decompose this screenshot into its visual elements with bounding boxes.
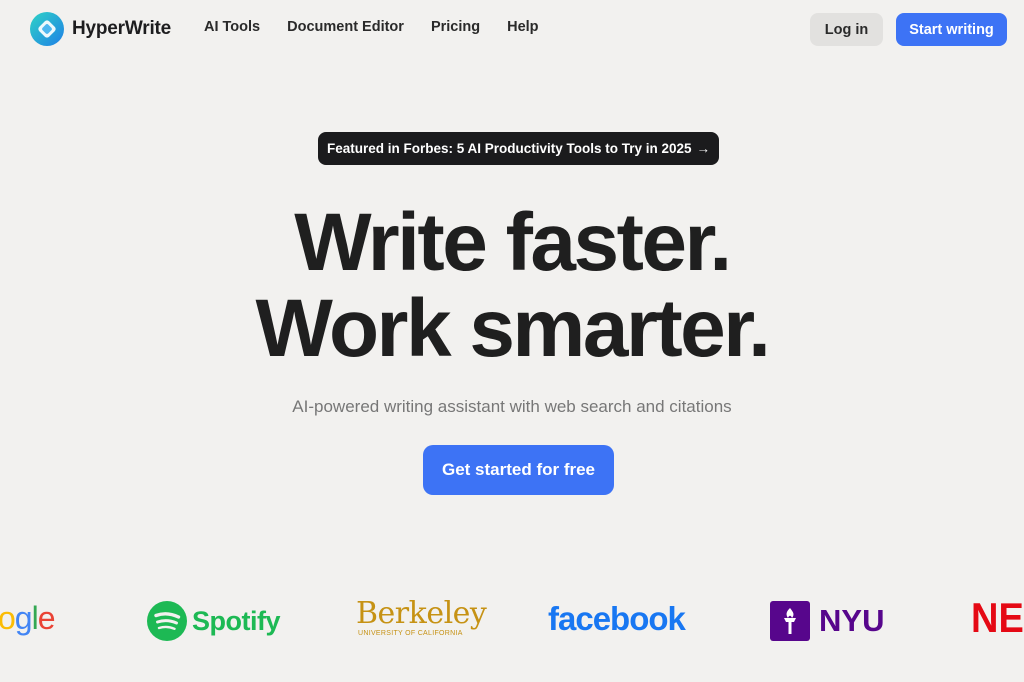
nyu-wordmark: NYU [819, 603, 885, 638]
facebook-logo: facebook [548, 600, 686, 637]
nyu-logo: NYU [770, 601, 884, 641]
arrow-right-icon: → [696, 141, 711, 156]
main-nav: AI Tools Document Editor Pricing Help [204, 19, 566, 35]
netflix-logo: NET [971, 595, 1024, 643]
spotify-wordmark: Spotify [192, 605, 281, 636]
berkeley-wordmark: Berkeley [356, 596, 487, 631]
site-header: HyperWrite AI Tools Document Editor Pric… [0, 0, 1024, 58]
hero-subtitle: AI-powered writing assistant with web se… [292, 397, 732, 416]
start-writing-button[interactable]: Start writing [896, 13, 1007, 46]
nav-item-ai-tools[interactable]: AI Tools [204, 19, 260, 35]
google-logo: ogle [0, 600, 55, 636]
get-started-button[interactable]: Get started for free [423, 445, 614, 495]
nyu-torch-icon [770, 601, 810, 641]
headline-line-2: Work smarter. [255, 283, 771, 374]
forbes-feature-badge[interactable]: Featured in Forbes: 5 AI Productivity To… [318, 132, 719, 165]
brand-name: HyperWrite [72, 18, 172, 39]
berkeley-subtitle: UNIVERSITY OF CALIFORNIA [358, 630, 463, 637]
badge-text: Featured in Forbes: 5 AI Productivity To… [326, 141, 692, 156]
brand-link[interactable]: HyperWrite [30, 12, 171, 46]
login-button[interactable]: Log in [810, 13, 883, 46]
nav-item-pricing[interactable]: Pricing [431, 19, 480, 35]
spotify-logo: Spotify [147, 601, 281, 641]
hero-headline: Write faster. Work smarter. [0, 200, 1024, 372]
hyperwrite-logo-icon [30, 12, 64, 46]
nav-item-help[interactable]: Help [507, 19, 538, 35]
headline-line-1: Write faster. [294, 197, 732, 288]
nav-item-document-editor[interactable]: Document Editor [287, 19, 404, 35]
spotify-icon [147, 601, 187, 641]
customer-logos-strip: ogle Spotify Berkeley UNIVERSITY OF CALI… [0, 590, 1024, 650]
berkeley-logo: Berkeley UNIVERSITY OF CALIFORNIA [356, 596, 487, 638]
